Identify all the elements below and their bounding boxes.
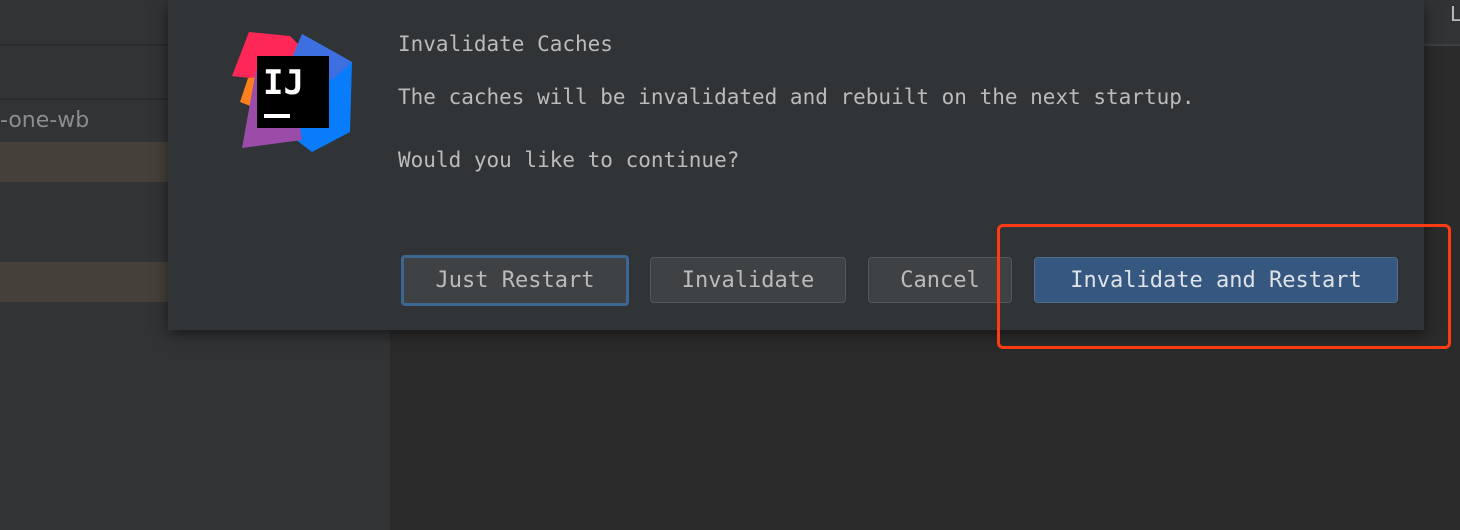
toolbar-text: L <box>1450 2 1460 26</box>
just-restart-button[interactable]: Just Restart <box>401 255 629 306</box>
dialog-title: Invalidate Caches <box>398 32 613 56</box>
svg-text:IJ: IJ <box>263 63 304 103</box>
annotation-highlight-box <box>997 224 1451 349</box>
cancel-button[interactable]: Cancel <box>868 257 1012 303</box>
dialog-message: The caches will be invalidated and rebui… <box>398 85 1195 109</box>
intellij-logo-icon: IJ <box>232 32 352 152</box>
invalidate-button[interactable]: Invalidate <box>650 257 846 303</box>
project-tree-item[interactable]: -one-wb <box>0 108 89 133</box>
dialog-question: Would you like to continue? <box>398 148 740 172</box>
